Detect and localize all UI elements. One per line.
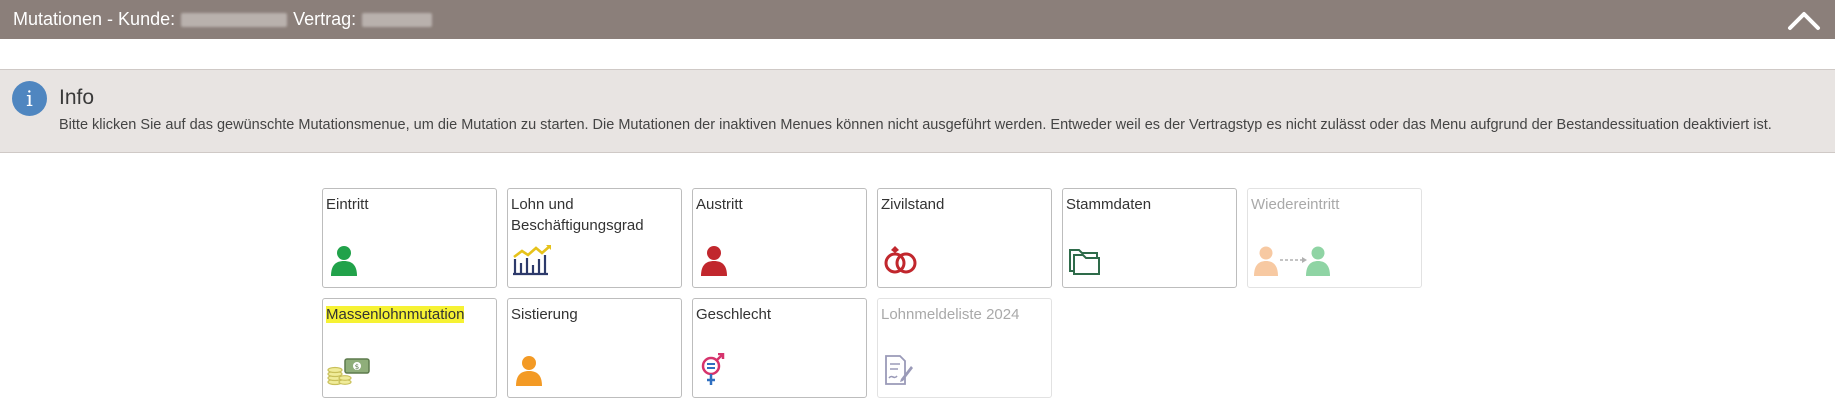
folder-icon: [1069, 249, 1100, 275]
tile-lohnmeldeliste: Lohnmeldeliste 2024: [877, 298, 1052, 398]
tile-label: Lohnmeldeliste 2024: [881, 306, 1020, 323]
tile-massenlohnmutation[interactable]: Massenlohnmutation $: [322, 298, 497, 398]
tile-lohn[interactable]: Lohn und Beschäftigungsgrad: [507, 188, 682, 288]
tile-austritt[interactable]: Austritt: [692, 188, 867, 288]
document-sign-icon: [885, 355, 913, 385]
chevron-up-icon: [1788, 12, 1820, 30]
tile-stammdaten[interactable]: Stammdaten: [1062, 188, 1237, 288]
person-red-icon: [701, 246, 727, 276]
gender-icon: [701, 353, 725, 385]
tile-label: Eintritt: [326, 196, 369, 213]
tile-label: Lohn und Beschäftigungsgrad: [511, 196, 644, 234]
info-panel: i Info Bitte klicken Sie auf das gewünsc…: [0, 69, 1835, 153]
svg-text:$: $: [355, 363, 359, 371]
money-coins-icon: $: [327, 358, 370, 386]
person-green-icon: [331, 246, 357, 276]
person-orange-icon: [516, 356, 542, 386]
info-icon: i: [12, 81, 47, 116]
tile-wiedereintritt: Wiedereintritt: [1247, 188, 1422, 288]
rings-icon: [884, 246, 917, 274]
tile-label: Zivilstand: [881, 196, 945, 213]
tile-sistierung[interactable]: Sistierung: [507, 298, 682, 398]
customer-number-redacted: [181, 12, 288, 27]
tile-eintritt[interactable]: Eintritt: [322, 188, 497, 288]
tile-label: Geschlecht: [696, 306, 772, 323]
tile-label: Wiedereintritt: [1251, 196, 1340, 213]
tile-zivilstand[interactable]: Zivilstand: [877, 188, 1052, 288]
info-title: Info: [59, 86, 95, 109]
kunde-label: Mutationen - Kunde:: [13, 9, 176, 29]
contract-number-redacted: [362, 12, 433, 27]
vertrag-label: Vertrag:: [293, 9, 357, 29]
tile-label: Austritt: [696, 196, 743, 213]
tile-label: Massenlohnmutation: [326, 304, 491, 325]
person-transfer-icon: [1254, 246, 1330, 276]
tile-geschlecht[interactable]: Geschlecht: [692, 298, 867, 398]
tile-label: Stammdaten: [1066, 196, 1152, 213]
tile-label: Sistierung: [511, 306, 578, 323]
chart-growth-icon: [513, 245, 551, 276]
title-bar: Mutationen - Kunde: Vertrag:: [0, 0, 1835, 39]
highlighted-label: Massenlohnmutation: [326, 306, 465, 323]
info-text: Bitte klicken Sie auf das gewünschte Mut…: [59, 117, 1772, 133]
collapse-button[interactable]: [1787, 6, 1821, 32]
